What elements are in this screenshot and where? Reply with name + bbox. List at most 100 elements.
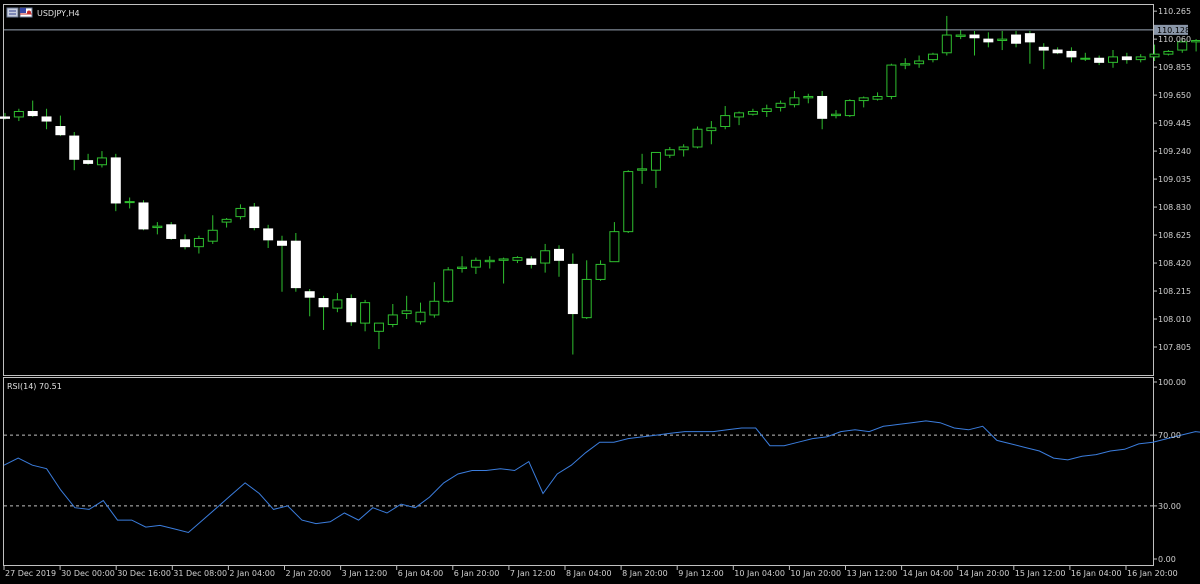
time-axis-label: 6 Jan 20:00 bbox=[454, 569, 500, 578]
candle-body bbox=[69, 135, 80, 160]
candle bbox=[623, 170, 634, 234]
candle-body bbox=[332, 299, 343, 309]
candle-body bbox=[706, 127, 717, 132]
candle-body bbox=[664, 149, 675, 156]
candle-body bbox=[415, 311, 426, 323]
trading-chart: 110.265 110.060 109.855 109.650 109.445 109.2… bbox=[0, 0, 1200, 584]
current-price-tag: 110.128 bbox=[1154, 24, 1190, 35]
candle-body bbox=[512, 257, 523, 261]
candle-body bbox=[429, 300, 440, 316]
current-price-label: 110.128 bbox=[1157, 26, 1190, 35]
price-axis-label: 108.830 bbox=[1158, 203, 1191, 212]
candle bbox=[138, 200, 149, 231]
candle-body bbox=[554, 248, 564, 261]
candle-body bbox=[1066, 50, 1077, 58]
price-axis-label: 109.650 bbox=[1158, 91, 1191, 100]
candle-body bbox=[193, 237, 204, 248]
candle-body bbox=[41, 116, 52, 122]
candle-body bbox=[235, 207, 246, 218]
price-axis-label: 109.240 bbox=[1158, 147, 1191, 156]
time-axis-label: 8 Jan 04:00 bbox=[566, 569, 612, 578]
candle-body bbox=[263, 228, 274, 241]
candle-body bbox=[346, 298, 357, 323]
rsi-axis-label: 30.00 bbox=[1158, 502, 1181, 511]
candle-body bbox=[0, 116, 10, 119]
candle-body bbox=[1121, 56, 1132, 61]
candle-body bbox=[900, 63, 911, 66]
candle-body bbox=[318, 298, 329, 308]
candle-body bbox=[484, 259, 495, 263]
candle-body bbox=[637, 168, 648, 171]
price-axis-label: 108.420 bbox=[1158, 259, 1191, 268]
candle-body bbox=[650, 151, 661, 171]
candle-body bbox=[817, 95, 828, 119]
price-axis-label: 109.035 bbox=[1158, 175, 1191, 184]
rsi-axis-label: 0.00 bbox=[1158, 555, 1176, 564]
candle-body bbox=[470, 259, 481, 268]
candle-body bbox=[360, 302, 371, 324]
candle-body bbox=[581, 278, 592, 319]
candle-body bbox=[1163, 50, 1174, 55]
time-axis-label: 9 Jan 12:00 bbox=[678, 569, 724, 578]
candle-body bbox=[983, 38, 994, 43]
candle-body bbox=[110, 157, 121, 204]
candle-body bbox=[872, 95, 883, 100]
rsi-axis-label: 70.00 bbox=[1158, 431, 1181, 440]
candle-body bbox=[387, 314, 398, 325]
time-axis-label: 16 Jan 20:00 bbox=[1127, 569, 1178, 578]
candle-body bbox=[789, 97, 800, 106]
candle-body bbox=[803, 95, 814, 99]
time-axis-label: 14 Jan 04:00 bbox=[903, 569, 954, 578]
candle-body bbox=[1052, 49, 1063, 54]
candle-body bbox=[775, 102, 786, 108]
rsi-axis-label: 100.00 bbox=[1158, 378, 1186, 387]
time-axis-label: 27 Dec 2019 bbox=[5, 569, 56, 578]
rsi-label: RSI(14) 70.51 bbox=[7, 382, 62, 391]
price-axis-label: 108.215 bbox=[1158, 287, 1191, 296]
candle bbox=[692, 126, 703, 149]
candle-body bbox=[207, 229, 218, 242]
candle-body bbox=[595, 263, 606, 280]
candle-body bbox=[124, 201, 135, 204]
symbol-header: USDJPY,H4 bbox=[6, 7, 80, 18]
candle-body bbox=[567, 263, 578, 315]
candle bbox=[110, 153, 121, 212]
candle-body bbox=[734, 112, 745, 118]
price-axis-label: 109.445 bbox=[1158, 119, 1191, 128]
candle bbox=[249, 202, 260, 231]
candle-body bbox=[1149, 53, 1160, 58]
candle-body bbox=[609, 231, 620, 263]
candle-body bbox=[166, 224, 177, 239]
candle-body bbox=[138, 202, 149, 230]
price-axis-label: 108.625 bbox=[1158, 231, 1191, 240]
candle-body bbox=[540, 250, 551, 264]
candle-body bbox=[1024, 33, 1035, 43]
candle-body bbox=[498, 258, 509, 261]
candle-body bbox=[1191, 39, 1200, 43]
candle-body bbox=[720, 115, 731, 128]
candle-body bbox=[277, 240, 287, 246]
candle-body bbox=[249, 206, 260, 229]
candle-body bbox=[221, 218, 232, 223]
price-axis-label: 110.265 bbox=[1158, 7, 1191, 16]
candle-body bbox=[886, 64, 897, 97]
time-axis-label: 31 Dec 08:00 bbox=[173, 569, 227, 578]
candle-body bbox=[747, 110, 758, 115]
price-axis-label: 107.805 bbox=[1158, 343, 1191, 352]
candle-body bbox=[955, 34, 966, 37]
candle-body bbox=[1094, 57, 1105, 63]
candle-body bbox=[914, 60, 925, 65]
time-axis-label: 14 Jan 20:00 bbox=[959, 569, 1010, 578]
period-icon[interactable] bbox=[6, 7, 19, 18]
candle-body bbox=[304, 291, 315, 298]
chart-background bbox=[0, 0, 1200, 584]
candle-body bbox=[83, 160, 94, 164]
time-axis-label: 30 Dec 00:00 bbox=[61, 569, 115, 578]
time-axis-label: 16 Jan 04:00 bbox=[1071, 569, 1122, 578]
time-axis-label: 13 Jan 12:00 bbox=[847, 569, 898, 578]
candle bbox=[886, 63, 897, 100]
candle-body bbox=[55, 126, 66, 136]
candle-body bbox=[623, 171, 634, 233]
price-axis-label: 109.855 bbox=[1158, 63, 1191, 72]
candle bbox=[290, 233, 301, 292]
